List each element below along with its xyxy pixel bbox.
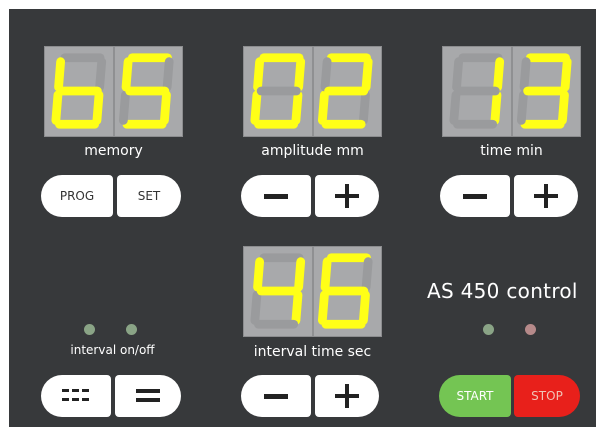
segment-c bbox=[490, 90, 502, 125]
set-button[interactable]: SET bbox=[117, 175, 181, 217]
segment-b bbox=[493, 57, 505, 92]
plus-icon bbox=[335, 384, 359, 408]
segment-e bbox=[250, 290, 262, 325]
device-title: AS 450 control bbox=[427, 279, 578, 303]
segment-b bbox=[162, 57, 174, 92]
memory-label: memory bbox=[84, 143, 143, 159]
segment-c bbox=[92, 90, 104, 125]
segment-b bbox=[95, 57, 107, 92]
amplitude-label: amplitude mm bbox=[261, 143, 364, 159]
segment-f bbox=[54, 57, 66, 92]
amplitude-digits bbox=[250, 53, 373, 129]
segment-c bbox=[558, 90, 569, 125]
prog-button[interactable]: PROG bbox=[41, 175, 113, 217]
minus-icon bbox=[463, 193, 487, 199]
segment-f bbox=[320, 257, 332, 292]
segment-c bbox=[291, 290, 303, 325]
digit-1 bbox=[51, 53, 107, 129]
segment-e bbox=[449, 90, 461, 125]
segment-f bbox=[452, 57, 464, 92]
interval-onoff-label: interval on/off bbox=[70, 343, 155, 357]
segment-f bbox=[253, 57, 265, 92]
run-status-led bbox=[483, 324, 494, 335]
segment-e bbox=[118, 90, 130, 125]
interval-time-label: interval time sec bbox=[253, 344, 372, 360]
segment-e bbox=[51, 90, 63, 125]
digit-1 bbox=[250, 253, 306, 329]
interval-time-display bbox=[243, 246, 382, 337]
interval-led-2 bbox=[126, 324, 137, 335]
segment-c bbox=[291, 90, 303, 125]
plus-icon bbox=[335, 184, 359, 208]
time-label: time min bbox=[480, 143, 543, 159]
time-minus-button[interactable] bbox=[440, 175, 510, 217]
memory-digits bbox=[51, 53, 174, 129]
plus-icon bbox=[534, 184, 558, 208]
stop-status-led bbox=[525, 324, 536, 335]
amplitude-minus-button[interactable] bbox=[241, 175, 311, 217]
stop-button[interactable]: STOP bbox=[514, 375, 580, 417]
interval-time-plus-button[interactable] bbox=[315, 375, 379, 417]
segment-b bbox=[294, 257, 306, 292]
digit-1 bbox=[250, 53, 306, 129]
digit-1 bbox=[449, 53, 505, 129]
segment-f bbox=[121, 57, 133, 92]
digit-2 bbox=[317, 53, 373, 129]
segment-b bbox=[361, 257, 373, 292]
stop-button-label: STOP bbox=[531, 389, 563, 403]
equals-icon bbox=[136, 389, 160, 403]
digit-2 bbox=[516, 53, 572, 129]
segment-b bbox=[361, 57, 373, 92]
segment-e bbox=[317, 290, 329, 325]
interval-dotted-button[interactable] bbox=[41, 375, 111, 417]
segment-c bbox=[359, 90, 370, 125]
start-button-label: START bbox=[456, 389, 494, 403]
prog-button-label: PROG bbox=[59, 189, 95, 203]
amplitude-plus-button[interactable] bbox=[315, 175, 379, 217]
segment-b bbox=[294, 57, 306, 92]
segment-f bbox=[253, 257, 265, 292]
segment-c bbox=[359, 290, 370, 325]
minus-icon bbox=[264, 193, 288, 199]
segment-e bbox=[250, 90, 262, 125]
segment-e bbox=[516, 90, 528, 125]
segment-f bbox=[519, 57, 531, 92]
dotted-lines-icon bbox=[62, 389, 90, 403]
interval-continuous-button[interactable] bbox=[115, 375, 181, 417]
digit-2 bbox=[118, 53, 174, 129]
amplitude-display bbox=[243, 46, 382, 137]
minus-icon bbox=[264, 393, 288, 399]
interval-led-1 bbox=[84, 324, 95, 335]
time-digits bbox=[449, 53, 572, 129]
control-panel: memory amplitude mm time min interval ti… bbox=[9, 9, 596, 427]
segment-f bbox=[320, 57, 332, 92]
segment-e bbox=[317, 90, 329, 125]
time-display bbox=[442, 46, 581, 137]
memory-display bbox=[44, 46, 183, 137]
interval-time-digits bbox=[250, 253, 373, 329]
start-button[interactable]: START bbox=[439, 375, 511, 417]
digit-2 bbox=[317, 253, 373, 329]
segment-c bbox=[160, 90, 171, 125]
set-button-label: SET bbox=[137, 189, 161, 203]
interval-time-minus-button[interactable] bbox=[241, 375, 311, 417]
segment-b bbox=[560, 57, 572, 92]
time-plus-button[interactable] bbox=[514, 175, 578, 217]
